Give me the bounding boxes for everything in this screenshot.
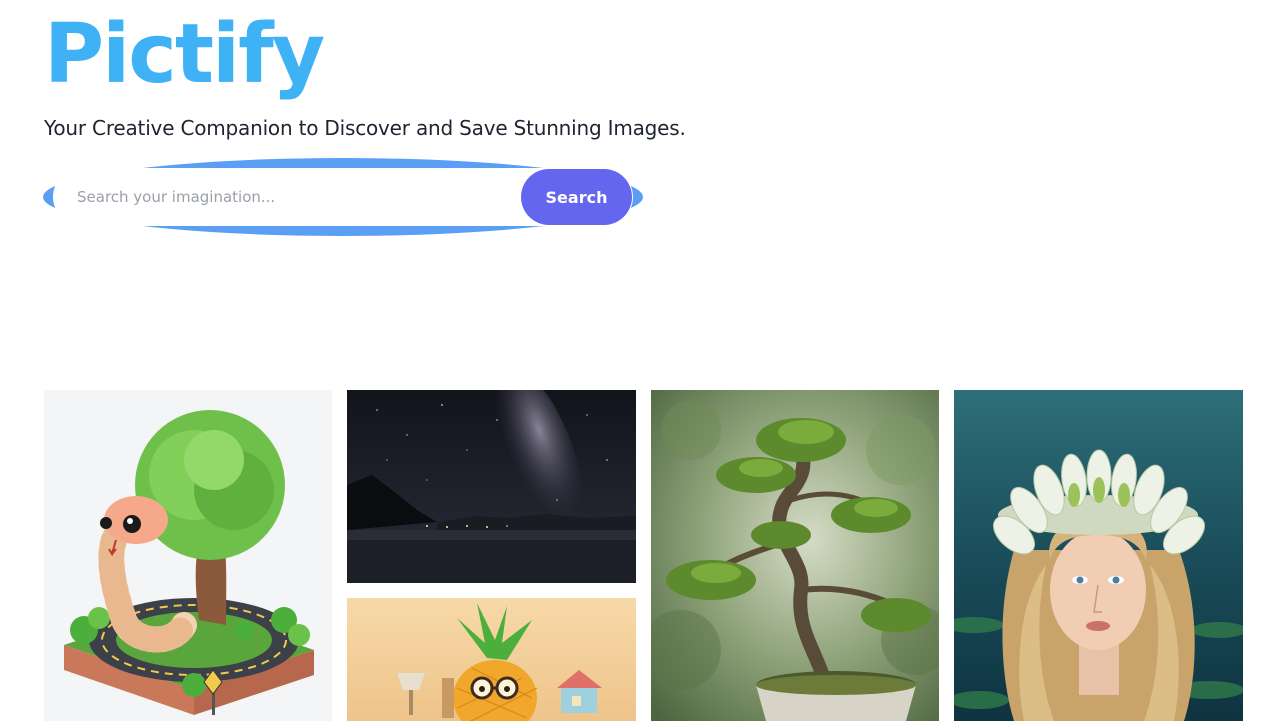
page: Pictify Your Creative Companion to Disco… — [0, 0, 1283, 721]
pineapple-illustration — [347, 598, 636, 721]
bonsai-illustration — [651, 390, 939, 721]
search-button[interactable]: Search — [521, 169, 632, 225]
logo-text: Pictify — [44, 7, 325, 102]
gallery-image-bonsai[interactable] — [651, 390, 939, 721]
tagline: Your Creative Companion to Discover and … — [44, 116, 686, 140]
gallery-image-pineapple[interactable] — [347, 598, 636, 721]
logo[interactable]: Pictify — [44, 14, 325, 96]
snake-tree-illustration — [44, 390, 332, 721]
search-bar: Search — [43, 158, 643, 236]
search-bar-inner: Search — [53, 168, 633, 226]
milky-way-illustration — [347, 390, 636, 583]
gallery-image-milky-way[interactable] — [347, 390, 636, 583]
search-input[interactable] — [53, 168, 523, 226]
gallery-image-lily-woman[interactable] — [954, 390, 1243, 721]
gallery-image-snake-tree[interactable] — [44, 390, 332, 721]
lily-woman-illustration — [954, 390, 1243, 721]
